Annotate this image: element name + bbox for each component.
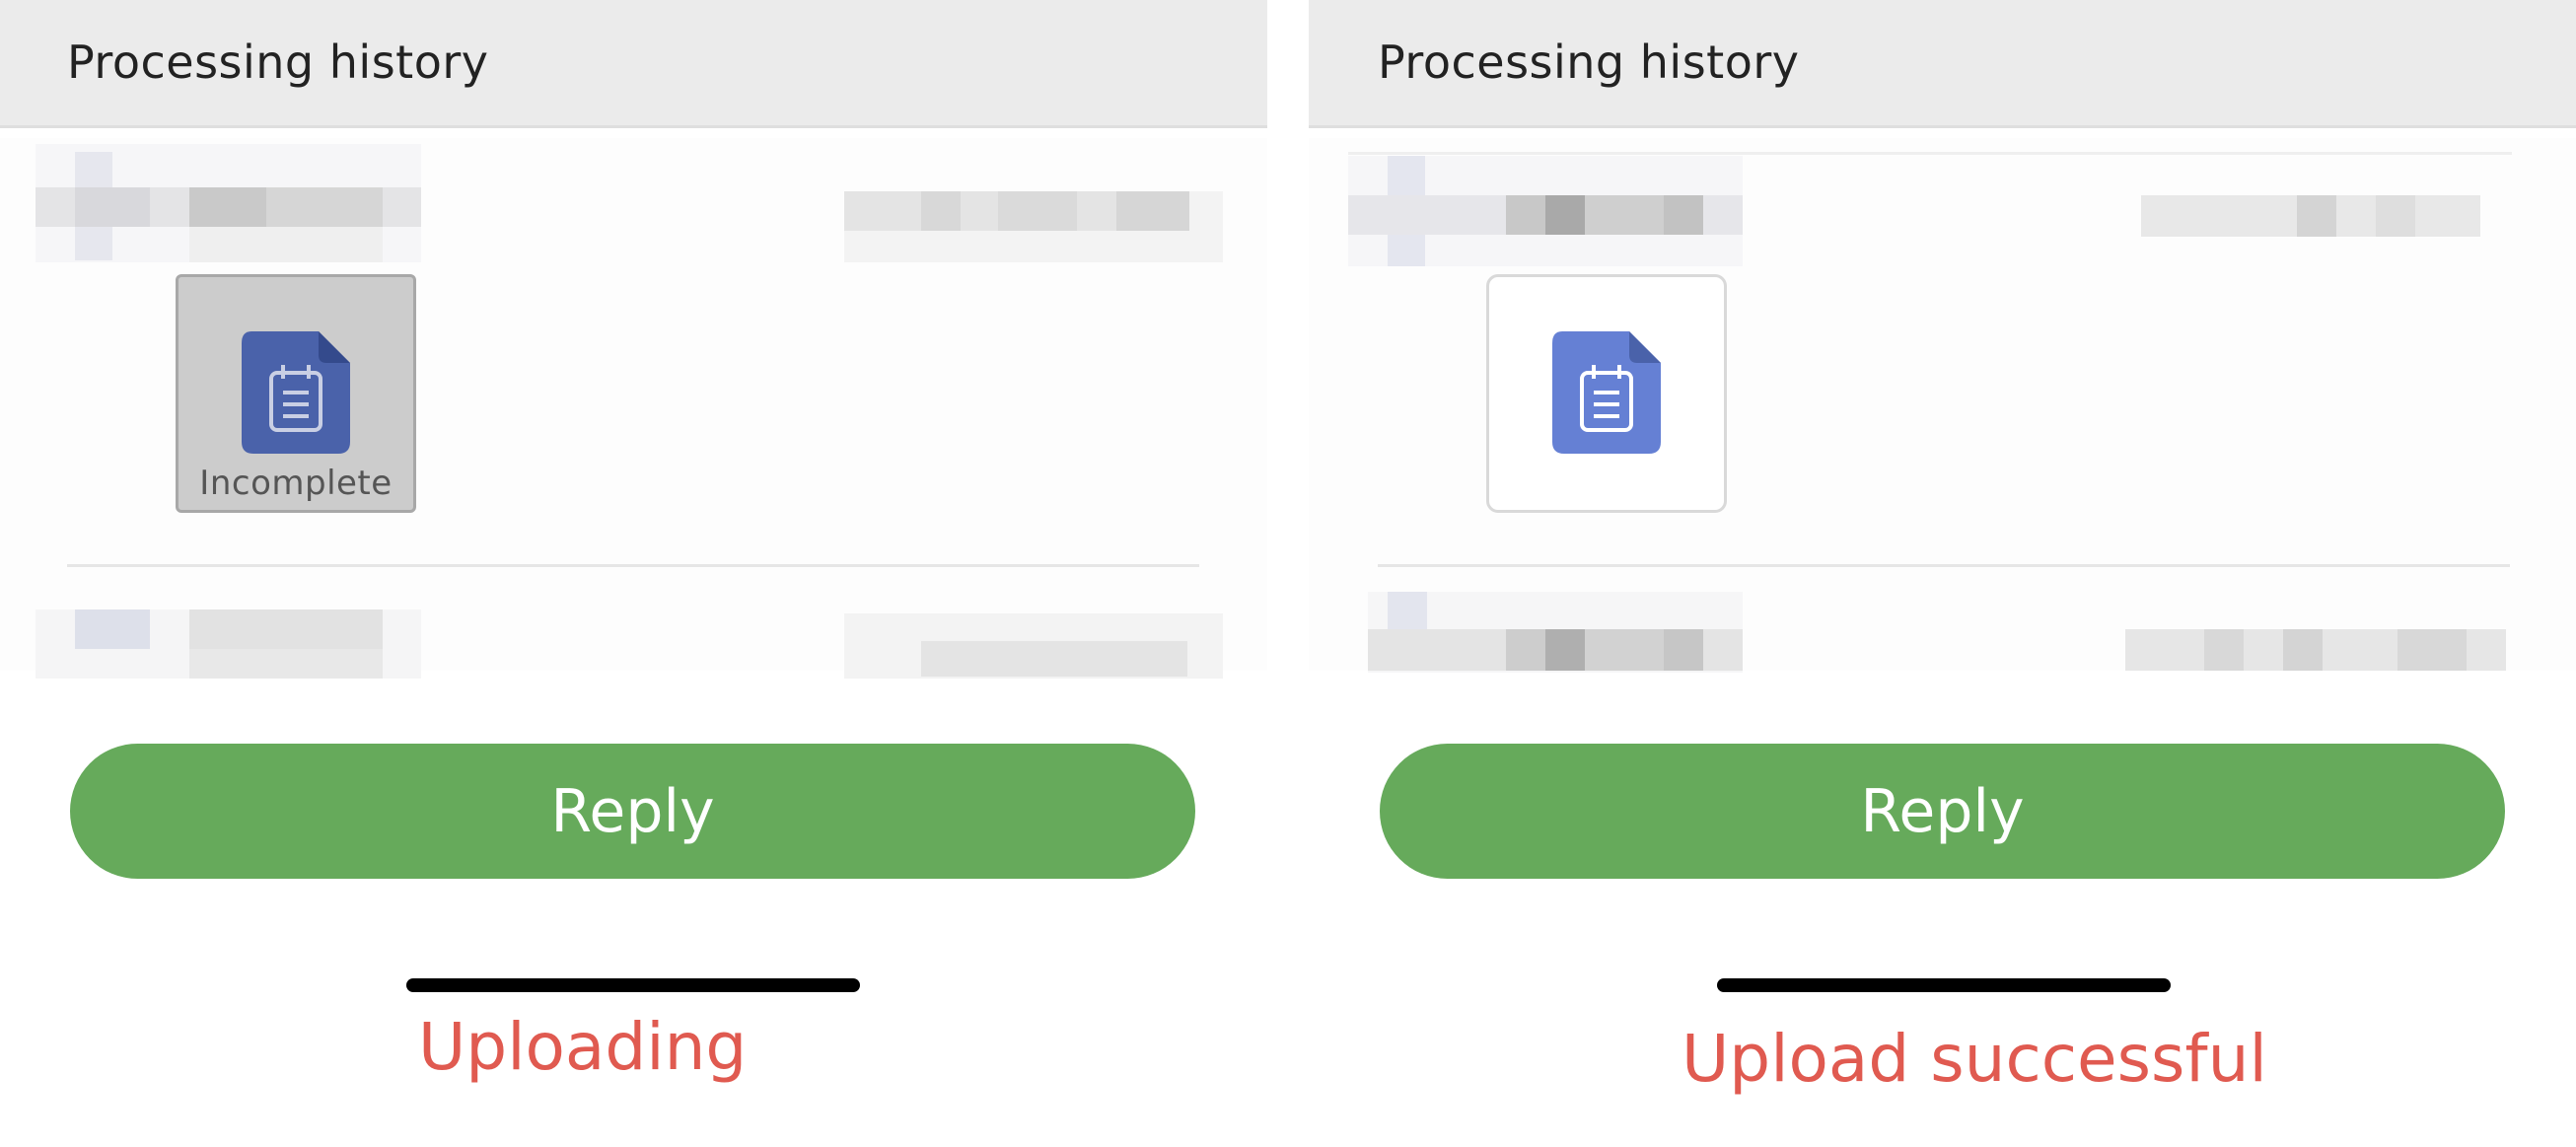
reply-button[interactable]: Reply <box>70 744 1195 879</box>
upload-status-label: Incomplete <box>199 464 393 503</box>
clipboard-document-icon <box>242 331 350 454</box>
attachment-tile[interactable] <box>1486 274 1727 513</box>
upload-successful-screen: Processing history Reply Upload successf… <box>1309 0 2576 1147</box>
uploading-screen: Processing history Incomplete Reply Uplo… <box>0 0 1267 1147</box>
home-indicator[interactable] <box>406 978 860 992</box>
attachment-tile[interactable]: Incomplete <box>176 274 416 513</box>
history-entry-header-blurred <box>36 144 1223 262</box>
history-entry-next-blurred <box>36 609 1223 679</box>
state-caption: Uploading <box>418 1009 748 1085</box>
clipboard-document-icon <box>1552 331 1661 454</box>
state-caption: Upload successful <box>1682 1021 2267 1097</box>
header-bar: Processing history <box>0 0 1267 128</box>
history-entry-next-blurred <box>1368 592 2520 673</box>
reply-button[interactable]: Reply <box>1380 744 2505 879</box>
entry-divider <box>67 564 1199 567</box>
home-indicator[interactable] <box>1717 978 2171 992</box>
history-entry-header-blurred <box>1348 156 2520 266</box>
entry-top-divider <box>1348 152 2512 155</box>
entry-divider <box>1378 564 2510 567</box>
header-bar: Processing history <box>1309 0 2576 128</box>
page-title: Processing history <box>67 36 489 89</box>
page-title: Processing history <box>1378 36 1800 89</box>
